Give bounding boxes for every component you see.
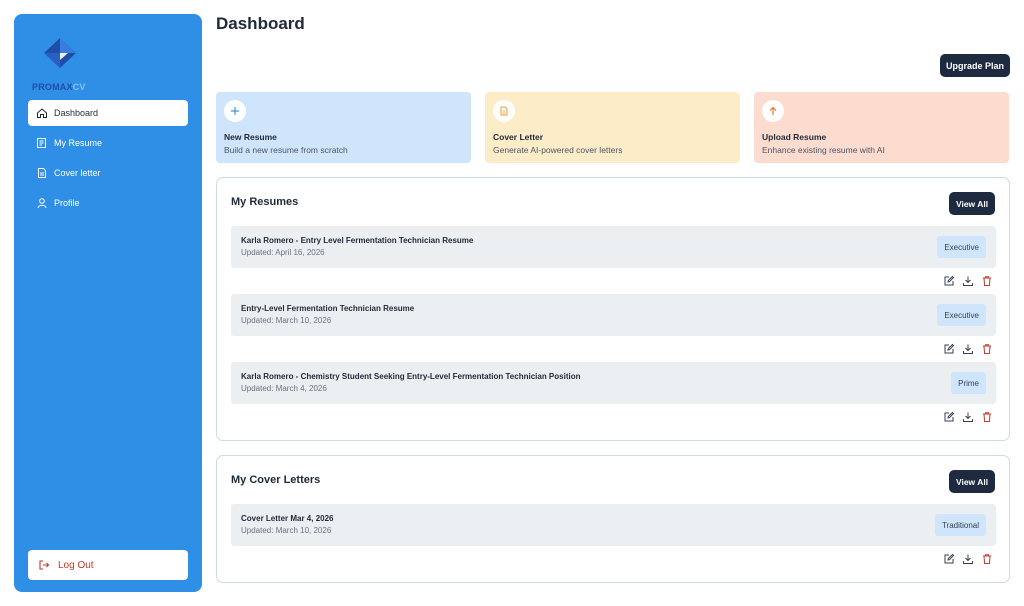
sidebar-item-label: Profile — [54, 198, 80, 208]
resume-updated: Updated: March 10, 2026 — [241, 316, 332, 325]
download-icon[interactable] — [962, 275, 974, 287]
download-icon[interactable] — [962, 411, 974, 423]
my-cover-letters-panel: My Cover Letters View All Cover Letter M… — [216, 455, 1010, 583]
sidebar: PROMAXCV Dashboard My Resume Cover lette… — [14, 14, 202, 592]
list-item[interactable]: Entry-Level Fermentation Technician Resu… — [231, 294, 996, 336]
template-badge: Prime — [951, 372, 986, 394]
template-badge: Executive — [937, 236, 986, 258]
template-badge: Traditional — [934, 514, 986, 536]
resume-title: Karla Romero - Chemistry Student Seeking… — [241, 372, 581, 381]
logout-label: Log Out — [58, 559, 94, 571]
card-description: Generate AI-powered cover letters — [493, 145, 623, 155]
trash-icon[interactable] — [981, 553, 993, 565]
card-title: Cover Letter — [493, 132, 544, 142]
edit-icon[interactable] — [943, 343, 955, 355]
card-description: Build a new resume from scratch — [224, 145, 348, 155]
brand-logo[interactable]: PROMAXCV — [32, 38, 102, 94]
home-icon — [36, 107, 48, 119]
document-icon — [493, 100, 515, 122]
page-title: Dashboard — [216, 14, 305, 33]
trash-icon[interactable] — [981, 411, 993, 423]
card-title: New Resume — [224, 132, 277, 142]
sidebar-item-label: My Resume — [54, 138, 103, 148]
row-actions — [943, 343, 993, 355]
edit-icon[interactable] — [943, 275, 955, 287]
diamond-logo-icon — [44, 38, 76, 68]
brand-name-secondary: CV — [72, 82, 86, 92]
logout-button[interactable]: Log Out — [28, 550, 188, 580]
section-title: My Resumes — [231, 196, 299, 208]
section-title: My Cover Letters — [231, 474, 321, 486]
new-resume-card[interactable]: New Resume Build a new resume from scrat… — [216, 92, 471, 163]
cover-letter-title: Cover Letter Mar 4, 2026 — [241, 514, 334, 523]
upgrade-plan-button[interactable]: Upgrade Plan — [940, 54, 1010, 77]
row-actions — [943, 553, 993, 565]
resume-icon — [36, 137, 48, 149]
sidebar-item-my-resume[interactable]: My Resume — [28, 130, 188, 156]
resume-updated: Updated: April 16, 2026 — [241, 248, 325, 257]
user-icon — [36, 197, 48, 209]
sidebar-item-label: Cover letter — [54, 168, 101, 178]
logout-icon — [38, 559, 50, 571]
plus-icon — [224, 100, 246, 122]
cover-letter-card[interactable]: Cover Letter Generate AI-powered cover l… — [485, 92, 740, 163]
sidebar-item-label: Dashboard — [54, 108, 99, 118]
resume-title: Entry-Level Fermentation Technician Resu… — [241, 304, 415, 313]
view-all-cover-letters-button[interactable]: View All — [949, 470, 995, 493]
brand-name: PROMAXCV — [32, 82, 86, 92]
card-description: Enhance existing resume with AI — [762, 145, 885, 155]
arrow-up-icon — [762, 100, 784, 122]
download-icon[interactable] — [962, 553, 974, 565]
my-resumes-panel: My Resumes View All Karla Romero - Entry… — [216, 177, 1010, 441]
list-item[interactable]: Karla Romero - Entry Level Fermentation … — [231, 226, 996, 268]
resume-title: Karla Romero - Entry Level Fermentation … — [241, 236, 474, 245]
list-item[interactable]: Cover Letter Mar 4, 2026 Updated: March … — [231, 504, 996, 546]
row-actions — [943, 275, 993, 287]
document-icon — [36, 167, 48, 179]
trash-icon[interactable] — [981, 343, 993, 355]
sidebar-item-profile[interactable]: Profile — [28, 190, 188, 216]
sidebar-nav: Dashboard My Resume Cover letter Profile — [28, 100, 188, 220]
download-icon[interactable] — [962, 343, 974, 355]
view-all-resumes-button[interactable]: View All — [949, 192, 995, 215]
sidebar-item-dashboard[interactable]: Dashboard — [28, 100, 188, 126]
cover-letter-updated: Updated: March 10, 2026 — [241, 526, 332, 535]
trash-icon[interactable] — [981, 275, 993, 287]
template-badge: Executive — [937, 304, 986, 326]
edit-icon[interactable] — [943, 411, 955, 423]
upload-resume-card[interactable]: Upload Resume Enhance existing resume wi… — [754, 92, 1009, 163]
row-actions — [943, 411, 993, 423]
list-item[interactable]: Karla Romero - Chemistry Student Seeking… — [231, 362, 996, 404]
resume-updated: Updated: March 4, 2026 — [241, 384, 327, 393]
brand-name-primary: PROMAX — [32, 82, 73, 92]
edit-icon[interactable] — [943, 553, 955, 565]
card-title: Upload Resume — [762, 132, 827, 142]
sidebar-item-cover-letter[interactable]: Cover letter — [28, 160, 188, 186]
